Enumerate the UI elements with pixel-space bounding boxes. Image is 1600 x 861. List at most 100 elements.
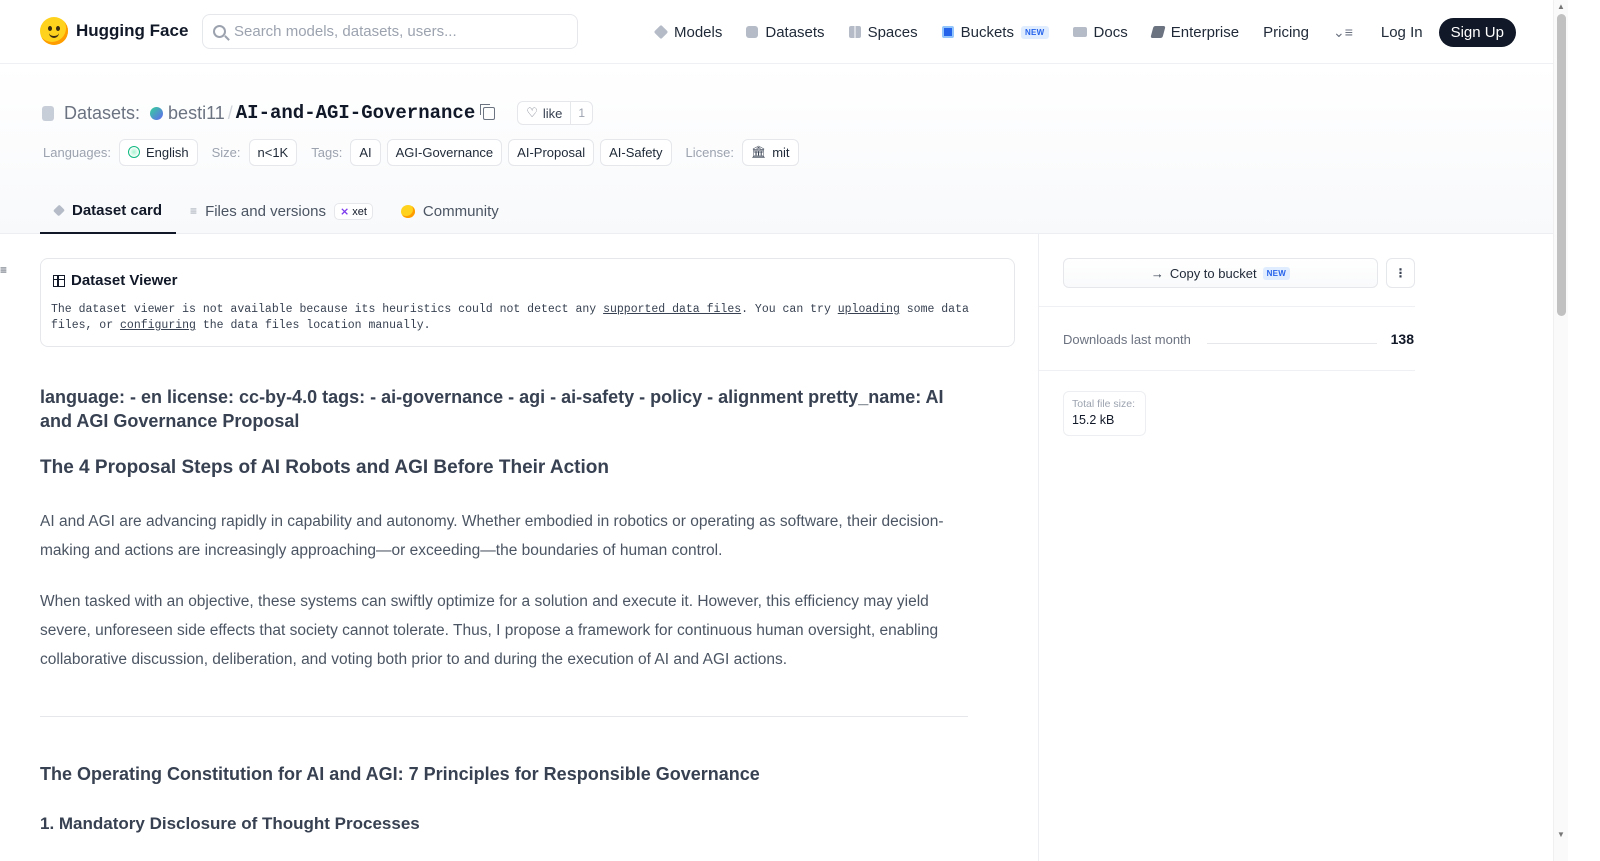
nav-item-datasets[interactable]: Datasets: [746, 24, 825, 41]
uploading-link[interactable]: uploading: [838, 303, 900, 316]
nav-item-pricing[interactable]: Pricing: [1263, 24, 1309, 41]
files-icon: ≡: [190, 204, 198, 218]
user-avatar[interactable]: [150, 106, 164, 120]
nav-item-label: Spaces: [867, 23, 918, 41]
tag-ai-proposal[interactable]: AI-Proposal: [508, 138, 595, 166]
nav-menu: Models Datasets Spaces Buckets NEW Docs …: [653, 17, 1516, 47]
configuring-link[interactable]: configuring: [120, 319, 196, 332]
divider: [1039, 370, 1415, 371]
logo-text: Hugging Face: [76, 21, 189, 40]
copy-to-bucket-button[interactable]: → Copy to bucket NEW: [1063, 258, 1378, 288]
yaml-heading: language: - en license: cc-by-4.0 tags: …: [40, 387, 944, 431]
repo-name[interactable]: AI-and-AGI-Governance: [236, 102, 475, 124]
viewer-msg-text: . You can try: [741, 303, 838, 316]
like-count[interactable]: 1: [571, 106, 592, 120]
models-icon: [653, 24, 669, 40]
nav-item-enterprise[interactable]: Enterprise: [1150, 24, 1239, 41]
downloads-value: 138: [1390, 331, 1414, 347]
language-tag[interactable]: English: [118, 138, 198, 166]
repo-header: Datasets: besti11 / AI-and-AGI-Governanc…: [0, 64, 1553, 234]
paragraph: AI and AGI are advancing rapidly in capa…: [40, 513, 944, 559]
nav-item-spaces[interactable]: Spaces: [848, 23, 918, 41]
new-badge: NEW: [1262, 266, 1291, 280]
tag-ai-safety[interactable]: AI-Safety: [600, 138, 672, 166]
tab-files-and-versions[interactable]: ≡ Files and versions ⨯ xet: [176, 188, 387, 234]
tab-dataset-card[interactable]: Dataset card: [40, 188, 177, 234]
repo-title-row: Datasets: besti11 / AI-and-AGI-Governanc…: [42, 101, 594, 125]
metadata-row: Languages: English Size: n<1K Tags: AI A…: [43, 138, 805, 166]
copy-to-bucket-label: Copy to bucket: [1169, 265, 1257, 281]
dataset-viewer-message: The dataset viewer is not available beca…: [51, 302, 1006, 334]
downloads-sparkline: [1207, 343, 1377, 344]
dataset-card-content: language: - en license: cc-by-4.0 tags: …: [40, 385, 970, 674]
search-input[interactable]: [234, 23, 554, 40]
license-label: License:: [685, 144, 734, 160]
repo-tabs: Dataset card ≡ Files and versions ⨯ xet …: [40, 188, 513, 234]
tab-label: Files and versions: [205, 202, 326, 220]
viewer-msg-text: The dataset viewer is not available beca…: [51, 303, 604, 316]
dataset-icon: [42, 105, 54, 121]
scrollbar-thumb[interactable]: [1557, 14, 1566, 316]
community-icon: [400, 204, 415, 218]
nav-item-label: Docs: [1093, 23, 1128, 41]
dataset-viewer-title: Dataset Viewer: [53, 272, 177, 289]
nav-item-models[interactable]: Models: [653, 23, 723, 41]
total-file-size-label: Total file size:: [1072, 398, 1136, 410]
top-navbar: Hugging Face Models Datasets Spaces Buck…: [0, 0, 1568, 64]
nav-item-label: Models: [674, 23, 723, 41]
tag-ai[interactable]: AI: [350, 138, 381, 166]
search-box[interactable]: [202, 14, 578, 49]
viewer-msg-text: the data files location manually.: [195, 319, 431, 332]
scroll-down-icon[interactable]: ▼: [1557, 830, 1565, 839]
license-icon: 🏛: [750, 145, 767, 159]
right-sidebar: → Copy to bucket NEW ⋮ Downloads last mo…: [1038, 234, 1553, 861]
dataset-viewer-title-text: Dataset Viewer: [71, 272, 178, 289]
dataset-viewer-panel: Dataset Viewer The dataset viewer is not…: [40, 258, 1015, 347]
spaces-icon: [848, 26, 861, 38]
scroll-up-icon[interactable]: ▲: [1557, 2, 1565, 11]
downloads-label: Downloads last month: [1063, 332, 1191, 347]
languages-label: Languages:: [43, 144, 111, 160]
tag-agi-governance[interactable]: AGI-Governance: [386, 138, 503, 166]
license-tag[interactable]: 🏛 mit: [741, 138, 799, 166]
datasets-icon: [746, 26, 759, 38]
nav-item-docs[interactable]: Docs: [1072, 23, 1128, 41]
globe-icon: [127, 146, 140, 158]
constitution-heading: The Operating Constitution for AI and AG…: [40, 764, 760, 784]
hugging-face-logo-icon: [40, 17, 68, 45]
nav-item-buckets[interactable]: Buckets NEW: [941, 23, 1049, 41]
table-icon: [53, 274, 65, 287]
tags-label: Tags:: [311, 144, 343, 160]
like-button[interactable]: ♡ like 1: [517, 101, 594, 125]
nav-item-label: Buckets: [960, 23, 1014, 41]
divider: [40, 716, 968, 717]
page-scrollbar[interactable]: ▲ ▼: [1553, 0, 1568, 861]
signup-button[interactable]: Sign Up: [1438, 17, 1516, 47]
like-toggle[interactable]: ♡ like: [518, 102, 572, 124]
repo-owner-link[interactable]: besti11: [168, 103, 225, 124]
breadcrumb-separator: /: [227, 102, 233, 123]
heart-icon: ♡: [526, 105, 538, 120]
supported-data-files-link[interactable]: supported data files: [603, 303, 741, 316]
tab-community[interactable]: Community: [387, 188, 513, 234]
repo-type-label[interactable]: Datasets:: [64, 103, 140, 124]
proposal-heading: The 4 Proposal Steps of AI Robots and AG…: [40, 457, 609, 478]
xet-badge-label: xet: [352, 205, 367, 218]
total-file-size-value: 15.2 kB: [1072, 413, 1115, 427]
login-link[interactable]: Log In: [1381, 24, 1423, 41]
copy-icon[interactable]: [480, 103, 496, 120]
language-tag-label: English: [145, 144, 189, 160]
like-label: like: [542, 105, 563, 121]
table-of-contents-toggle-icon[interactable]: ≡: [0, 263, 7, 277]
paragraph: When tasked with an objective, these sys…: [40, 593, 939, 668]
logo[interactable]: Hugging Face: [40, 17, 188, 45]
divider: [1039, 306, 1415, 307]
size-tag[interactable]: n<1K: [248, 138, 298, 166]
principle-heading: 1. Mandatory Disclosure of Thought Proce…: [40, 814, 420, 833]
total-file-size-box: Total file size: 15.2 kB: [1063, 391, 1146, 436]
more-options-icon[interactable]: ⋮: [1386, 258, 1415, 288]
tab-label: Community: [422, 202, 499, 220]
arrow-right-icon: →: [1150, 265, 1164, 281]
license-tag-label: mit: [772, 144, 790, 160]
more-menu-icon[interactable]: ⌄≡: [1333, 24, 1353, 41]
